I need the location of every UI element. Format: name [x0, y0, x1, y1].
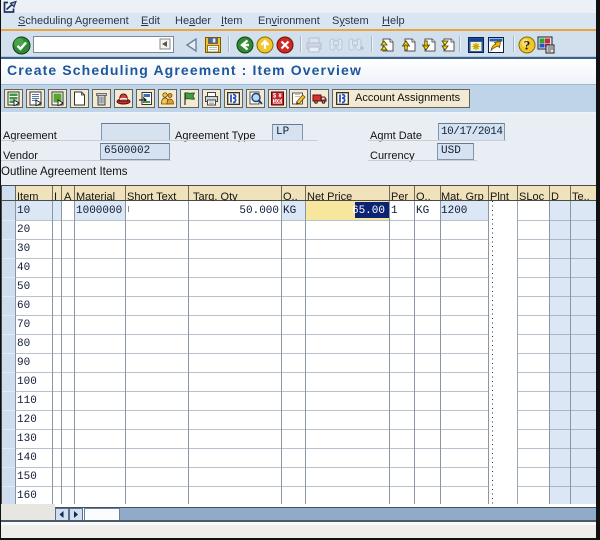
svg-text:?: ?	[524, 38, 531, 53]
svg-text:100: 100	[273, 99, 282, 105]
